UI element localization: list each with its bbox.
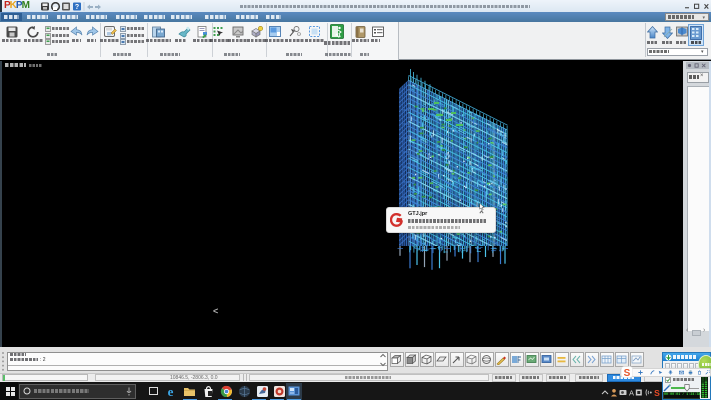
svg-text:S: S bbox=[654, 388, 660, 398]
svg-text:S: S bbox=[624, 368, 631, 378]
svg-text:e: e bbox=[168, 385, 174, 398]
svg-text:?: ? bbox=[75, 4, 79, 11]
svg-text:A: A bbox=[629, 388, 634, 397]
